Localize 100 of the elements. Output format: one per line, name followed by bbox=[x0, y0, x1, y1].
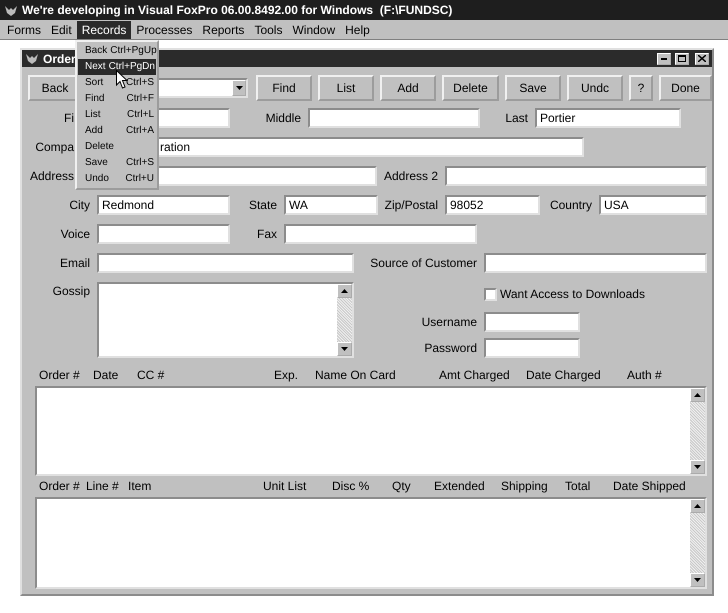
column-header: Exp. bbox=[274, 368, 300, 382]
toolbar-button[interactable]: Save bbox=[505, 75, 561, 101]
menu-item[interactable]: Window bbox=[287, 20, 340, 38]
text-field[interactable]: Portier bbox=[535, 108, 681, 128]
column-header: Date Charged bbox=[526, 368, 602, 382]
scrollbar[interactable] bbox=[690, 499, 705, 587]
field-label: Country bbox=[548, 198, 593, 212]
maximize-button[interactable] bbox=[675, 52, 689, 64]
memo-field[interactable] bbox=[97, 282, 354, 358]
field-label: Fax bbox=[256, 227, 278, 241]
down-arrow-icon bbox=[341, 347, 348, 351]
field-label: City bbox=[68, 198, 91, 212]
column-header: Unit List bbox=[263, 479, 308, 493]
column-header: Order # bbox=[39, 479, 81, 493]
up-arrow-icon bbox=[694, 393, 701, 397]
scroll-down-button[interactable] bbox=[337, 342, 352, 356]
toolbar-button[interactable]: Undc bbox=[567, 75, 623, 101]
menu-option[interactable]: Add Ctrl+A bbox=[78, 123, 156, 139]
checkbox-label: Want Access to Downloads bbox=[500, 287, 645, 301]
menu-item[interactable]: Reports bbox=[197, 20, 250, 38]
text-field[interactable] bbox=[97, 253, 354, 273]
scroll-up-button[interactable] bbox=[337, 284, 352, 298]
menu-item[interactable]: Forms bbox=[2, 20, 46, 38]
field-label: Fi bbox=[63, 111, 75, 125]
app-title: We're developing in Visual FoxPro 06.00.8492.00 for Windows (F:\FUNDSC) bbox=[22, 3, 452, 17]
menu-item[interactable]: Processes bbox=[131, 20, 198, 38]
text-field[interactable] bbox=[484, 253, 707, 273]
column-header: Auth # bbox=[627, 368, 663, 382]
column-header: Name On Card bbox=[315, 368, 397, 382]
column-header: Line # bbox=[86, 479, 120, 493]
menu-option[interactable]: Undo Ctrl+U bbox=[78, 171, 156, 187]
column-header: Disc % bbox=[332, 479, 370, 493]
field-label: Password bbox=[423, 341, 478, 355]
scroll-down-button[interactable] bbox=[690, 573, 705, 587]
field-label: Last bbox=[504, 111, 529, 125]
text-field[interactable]: USA bbox=[599, 195, 707, 215]
text-field[interactable] bbox=[97, 224, 230, 244]
scroll-up-button[interactable] bbox=[690, 499, 705, 513]
menu-option[interactable]: Next Ctrl+PgDn bbox=[78, 59, 156, 75]
field-label: Address bbox=[28, 169, 75, 183]
menu-item[interactable]: Tools bbox=[249, 20, 288, 38]
menu-option[interactable]: Save Ctrl+S bbox=[78, 155, 156, 171]
scroll-up-button[interactable] bbox=[690, 388, 705, 402]
menu-item[interactable]: Records bbox=[76, 20, 132, 38]
menu-item[interactable]: Edit bbox=[46, 20, 77, 38]
window-title: Order bbox=[43, 52, 76, 66]
text-field[interactable]: 98052 bbox=[445, 195, 540, 215]
text-field[interactable] bbox=[308, 108, 480, 128]
up-arrow-icon bbox=[694, 504, 701, 508]
toolbar-button[interactable]: Find bbox=[256, 75, 312, 101]
toolbar-button[interactable]: Delete bbox=[442, 75, 499, 101]
field-label: Email bbox=[58, 256, 91, 270]
column-header: Date bbox=[93, 368, 120, 382]
toolbar-button[interactable]: Add bbox=[380, 75, 436, 101]
field-label: Voice bbox=[60, 227, 91, 241]
text-field[interactable] bbox=[445, 166, 707, 186]
field-label: Address 2 bbox=[382, 169, 439, 183]
menu-option[interactable]: List Ctrl+L bbox=[78, 107, 156, 123]
down-arrow-icon bbox=[694, 465, 701, 469]
column-header: Amt Charged bbox=[439, 368, 511, 382]
toolbar-button[interactable]: Done bbox=[659, 75, 712, 101]
column-header: Total bbox=[565, 479, 592, 493]
menu-option[interactable]: Back Ctrl+PgUp bbox=[78, 43, 156, 59]
field-label: State bbox=[248, 198, 278, 212]
toolbar-button[interactable]: List bbox=[318, 75, 374, 101]
column-header: Date Shipped bbox=[613, 479, 687, 493]
minimize-button[interactable] bbox=[657, 52, 671, 64]
scrollbar[interactable] bbox=[337, 284, 352, 356]
field-label: Middle bbox=[264, 111, 302, 125]
field-label: Username bbox=[420, 315, 478, 329]
field-label: Compa bbox=[34, 140, 75, 154]
close-button[interactable] bbox=[695, 52, 709, 64]
column-header: CC # bbox=[137, 368, 166, 382]
maximize-icon bbox=[678, 55, 686, 62]
fox-icon bbox=[4, 4, 18, 16]
menu-item[interactable]: Help bbox=[340, 20, 375, 38]
text-field[interactable]: Redmond bbox=[97, 195, 230, 215]
up-arrow-icon bbox=[341, 289, 348, 293]
column-header: Qty bbox=[392, 479, 412, 493]
field-label: Zip/Postal bbox=[384, 198, 439, 212]
fox-icon bbox=[25, 52, 39, 65]
column-header: Order # bbox=[39, 368, 81, 382]
field-label: Source of Customer bbox=[369, 256, 478, 270]
field-label: Gossip bbox=[52, 283, 91, 298]
text-field[interactable]: WA bbox=[284, 195, 378, 215]
mouse-pointer-icon bbox=[116, 70, 128, 89]
down-arrow-icon bbox=[694, 578, 701, 582]
text-field[interactable] bbox=[284, 224, 477, 244]
close-icon bbox=[698, 55, 706, 62]
column-header: Shipping bbox=[501, 479, 549, 493]
scrollbar[interactable] bbox=[690, 388, 705, 474]
minimize-icon bbox=[661, 58, 667, 60]
menu-option[interactable]: Delete bbox=[78, 139, 156, 155]
text-field[interactable] bbox=[484, 338, 580, 358]
checkbox[interactable] bbox=[484, 288, 497, 300]
toolbar-button[interactable]: ? bbox=[629, 75, 653, 101]
caret-icon bbox=[236, 86, 242, 90]
scroll-down-button[interactable] bbox=[690, 460, 705, 474]
column-header: Item bbox=[128, 479, 152, 493]
text-field[interactable] bbox=[484, 312, 580, 332]
